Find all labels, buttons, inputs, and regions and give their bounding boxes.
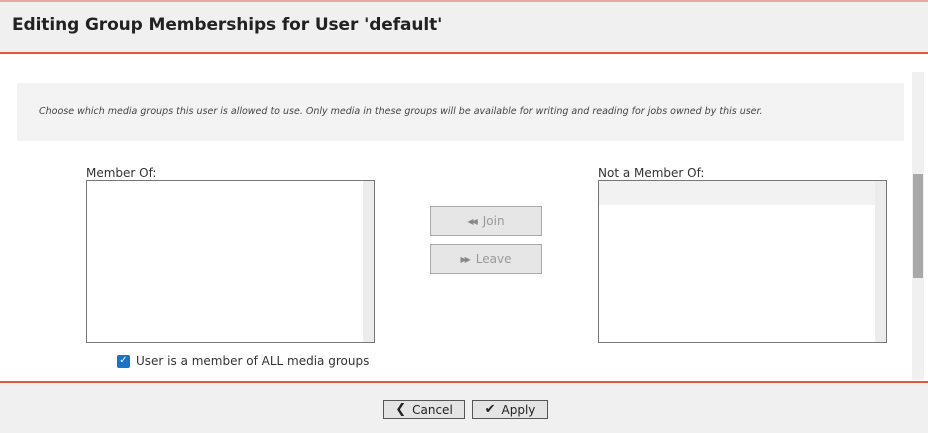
member-of-listbox[interactable]: [86, 180, 375, 343]
not-member-of-listbox[interactable]: [598, 180, 887, 343]
leave-button-label: Leave: [475, 252, 512, 266]
checkmark-icon: ✔: [484, 402, 496, 417]
cancel-button[interactable]: ❮ Cancel: [383, 400, 465, 419]
content-scrollbar[interactable]: [912, 72, 924, 380]
dialog-header: Editing Group Memberships for User 'defa…: [0, 2, 928, 54]
info-panel: Choose which media groups this user is a…: [17, 83, 904, 141]
all-groups-label: User is a member of ALL media groups: [136, 354, 370, 368]
dialog-content: Choose which media groups this user is a…: [0, 54, 912, 381]
list-item[interactable]: [599, 181, 875, 205]
join-button[interactable]: ◀◀ Join: [430, 206, 542, 236]
chevron-left-icon: ❮: [395, 402, 407, 417]
not-member-of-scrollbar[interactable]: [875, 181, 886, 342]
rewind-icon: ◀◀: [467, 216, 477, 226]
group-membership-dialog: Editing Group Memberships for User 'defa…: [0, 0, 928, 433]
leave-button[interactable]: ▶▶ Leave: [430, 244, 542, 274]
dialog-title: Editing Group Memberships for User 'defa…: [12, 15, 443, 35]
checkmark-icon: ✓: [119, 355, 128, 366]
all-groups-option[interactable]: ✓ User is a member of ALL media groups: [117, 354, 369, 368]
all-groups-checkbox[interactable]: ✓: [117, 354, 130, 368]
content-scrollbar-thumb[interactable]: [913, 174, 923, 278]
not-member-of-label: Not a Member Of:: [598, 166, 705, 180]
member-of-label: Member Of:: [86, 166, 157, 180]
dialog-footer: ❮ Cancel ✔ Apply: [0, 381, 928, 433]
fast-forward-icon: ▶▶: [460, 254, 470, 264]
cancel-button-label: Cancel: [412, 402, 453, 417]
info-text: Choose which media groups this user is a…: [39, 106, 763, 117]
apply-button[interactable]: ✔ Apply: [472, 400, 548, 419]
member-of-scrollbar[interactable]: [363, 181, 374, 342]
join-button-label: Join: [482, 214, 505, 228]
apply-button-label: Apply: [501, 402, 536, 417]
